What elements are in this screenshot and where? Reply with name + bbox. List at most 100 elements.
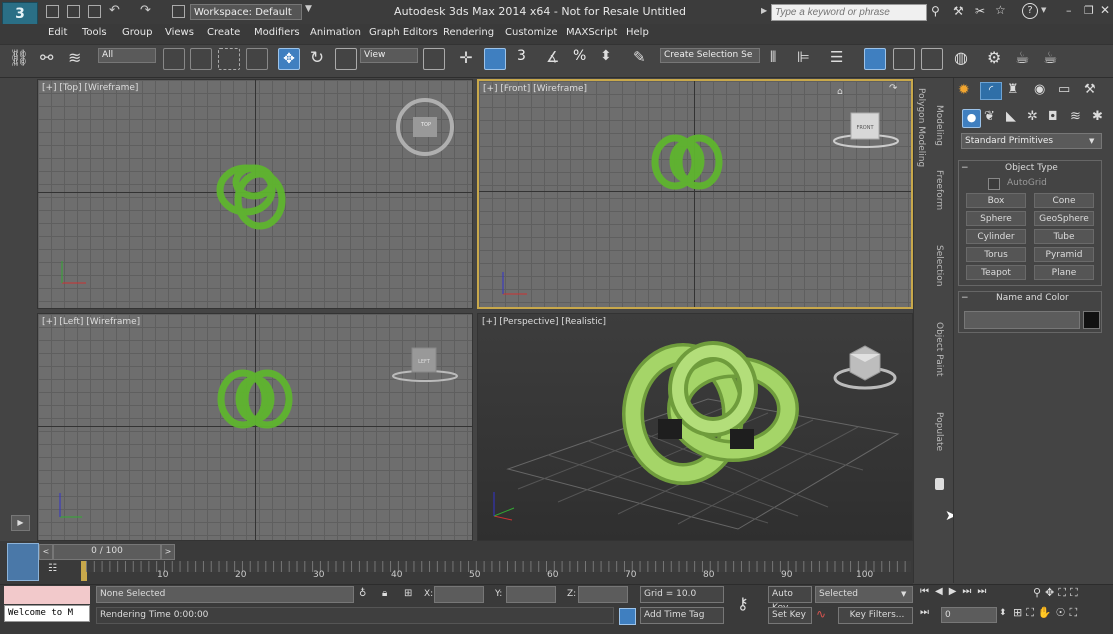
select-manipulate-icon[interactable]: ✛ xyxy=(455,48,477,70)
menu-views[interactable]: Views xyxy=(165,27,194,38)
torus-knot-wireframe[interactable] xyxy=(649,129,729,199)
communication-icon[interactable]: ✂ xyxy=(975,4,985,18)
y-coordinate-field[interactable] xyxy=(506,586,556,603)
menu-customize[interactable]: Customize xyxy=(505,27,558,38)
absolute-mode-icon[interactable]: ⊞ xyxy=(404,588,412,599)
menu-group[interactable]: Group xyxy=(122,27,152,38)
close-icon[interactable]: ✕ xyxy=(1100,3,1110,17)
select-scale-icon[interactable] xyxy=(335,48,357,70)
helpers-icon[interactable]: ◘ xyxy=(1048,109,1058,123)
geometry-icon[interactable]: ● xyxy=(962,109,981,128)
workspace-dropdown[interactable]: Workspace: Default xyxy=(190,4,302,20)
cylinder-button[interactable]: Cylinder xyxy=(966,229,1026,244)
viewcube-label[interactable]: LEFT xyxy=(412,359,436,365)
cameras-icon[interactable]: ✲ xyxy=(1027,109,1038,124)
help-dropdown-icon[interactable]: ▼ xyxy=(1041,6,1046,14)
plane-button[interactable]: Plane xyxy=(1034,265,1094,280)
lights-icon[interactable]: ◣ xyxy=(1006,109,1016,124)
pyramid-button[interactable]: Pyramid xyxy=(1034,247,1094,262)
torus-knot-wireframe[interactable] xyxy=(208,150,298,240)
render-setup-icon[interactable]: ⚙ xyxy=(987,48,1009,70)
chevron-down-icon[interactable]: ▼ xyxy=(305,4,312,14)
name-color-title[interactable]: Name and Color xyxy=(996,293,1069,303)
menu-animation[interactable]: Animation xyxy=(310,27,361,38)
schematic-view-icon[interactable] xyxy=(921,48,943,70)
playback-controls[interactable]: ⏮◀▶⏭⏭ xyxy=(920,586,1028,601)
play-macro-icon[interactable]: ▶ xyxy=(11,515,30,531)
tab-modeling[interactable]: Modeling xyxy=(934,105,944,146)
named-selection-dropdown[interactable]: Create Selection Se xyxy=(660,48,760,63)
display-tab-icon[interactable]: ▭ xyxy=(1058,82,1076,98)
keyboard-shortcut-override-icon[interactable] xyxy=(484,48,506,70)
teapot-button[interactable]: Teapot xyxy=(966,265,1026,280)
set-key-button[interactable]: Set Key xyxy=(768,607,812,624)
chevron-down-icon[interactable]: ▼ xyxy=(901,590,906,598)
time-tag-icon[interactable] xyxy=(619,608,636,625)
time-config-icon[interactable]: ⏭ xyxy=(920,607,929,618)
object-color-swatch[interactable] xyxy=(1083,311,1100,329)
systems-icon[interactable]: ✱ xyxy=(1092,109,1103,124)
viewport-left[interactable]: [+] [Left] [Wireframe] LEFT xyxy=(37,313,473,541)
angle-snap-icon[interactable]: ∡ xyxy=(546,48,568,70)
binoculars-icon[interactable]: ⚲ xyxy=(931,4,940,18)
viewcube-label[interactable]: TOP xyxy=(416,122,436,128)
window-crossing-icon[interactable] xyxy=(246,48,268,70)
hierarchy-tab-icon[interactable]: ♜ xyxy=(1007,82,1025,98)
rendered-frame-icon[interactable]: ☕ xyxy=(1015,48,1037,70)
ribbon-toggle-icon[interactable] xyxy=(935,478,944,490)
autogrid-checkbox[interactable] xyxy=(988,178,1000,190)
current-frame-field[interactable]: 0 xyxy=(941,607,997,623)
expand-search-icon[interactable]: ▶ xyxy=(761,6,767,15)
menu-help[interactable]: Help xyxy=(626,27,649,38)
reference-coordinate-dropdown[interactable]: View xyxy=(360,48,418,63)
isolate-icon[interactable]: ♁ xyxy=(359,588,366,599)
menu-create[interactable]: Create xyxy=(207,27,240,38)
key-tangent-icon[interactable]: ∿ xyxy=(816,607,826,621)
rollout-collapse-icon[interactable]: − xyxy=(961,163,969,173)
menu-graph-editors[interactable]: Graph Editors xyxy=(369,27,438,38)
tab-populate[interactable]: Populate xyxy=(934,412,944,451)
menu-rendering[interactable]: Rendering xyxy=(443,27,494,38)
viewcube-widget[interactable] xyxy=(830,336,900,396)
tab-freeform[interactable]: Freeform xyxy=(934,170,944,210)
graphite-ribbon-icon[interactable] xyxy=(864,48,886,70)
selection-filter-dropdown[interactable]: All xyxy=(98,48,156,63)
spinner-icon[interactable]: ⬍ xyxy=(999,608,1007,618)
menu-edit[interactable]: Edit xyxy=(48,27,67,38)
object-name-field[interactable] xyxy=(964,311,1080,329)
x-coordinate-field[interactable] xyxy=(434,586,484,603)
create-tab-icon[interactable]: ✹ xyxy=(958,82,976,98)
menu-maxscript[interactable]: MAXScript xyxy=(566,27,617,38)
time-slider[interactable]: 0 / 100 xyxy=(53,544,161,560)
sphere-button[interactable]: Sphere xyxy=(966,211,1026,226)
rotate-view-icon[interactable]: ↷ xyxy=(889,83,897,94)
bind-space-warp-icon[interactable]: ≋ xyxy=(68,48,90,70)
space-warps-icon[interactable]: ≋ xyxy=(1070,109,1081,124)
favorites-star-icon[interactable]: ☆ xyxy=(995,3,1006,17)
material-editor-icon[interactable]: ◍ xyxy=(954,48,976,70)
viewport-label[interactable]: [+] [Top] [Wireframe] xyxy=(42,83,138,93)
save-file-icon[interactable] xyxy=(88,5,101,18)
utilities-tab-icon[interactable]: ⚒ xyxy=(1084,82,1102,98)
project-folder-icon[interactable] xyxy=(172,5,185,18)
key-icon[interactable]: ⚷ xyxy=(737,594,749,613)
help-icon[interactable]: ? xyxy=(1022,3,1038,19)
select-move-icon[interactable]: ✥ xyxy=(278,48,300,70)
z-coordinate-field[interactable] xyxy=(578,586,628,603)
viewport-front[interactable]: [+] [Front] [Wireframe] ⌂ FRONT ↷ xyxy=(477,79,913,309)
search-input[interactable] xyxy=(771,4,927,21)
add-time-tag-button[interactable]: Add Time Tag xyxy=(640,607,724,624)
tab-selection[interactable]: Selection xyxy=(934,245,944,286)
mirror-icon[interactable]: ⫴ xyxy=(770,48,792,70)
rectangular-selection-icon[interactable] xyxy=(218,48,240,70)
minimize-icon[interactable]: – xyxy=(1066,4,1072,17)
mini-curve-editor-icon[interactable]: ☷ xyxy=(48,563,64,577)
select-by-name-icon[interactable] xyxy=(190,48,212,70)
maxscript-listener-top[interactable] xyxy=(4,586,90,604)
viewport-layout-icon[interactable] xyxy=(7,543,39,581)
link-icon[interactable]: ⛓ xyxy=(9,48,31,70)
selection-lock-icon[interactable]: 🔒︎ xyxy=(382,588,387,599)
next-frame-arrow-icon[interactable]: > xyxy=(161,544,175,560)
tab-polygon-modeling[interactable]: Polygon Modeling xyxy=(916,88,926,167)
torus-knot-wireframe[interactable] xyxy=(213,364,303,434)
